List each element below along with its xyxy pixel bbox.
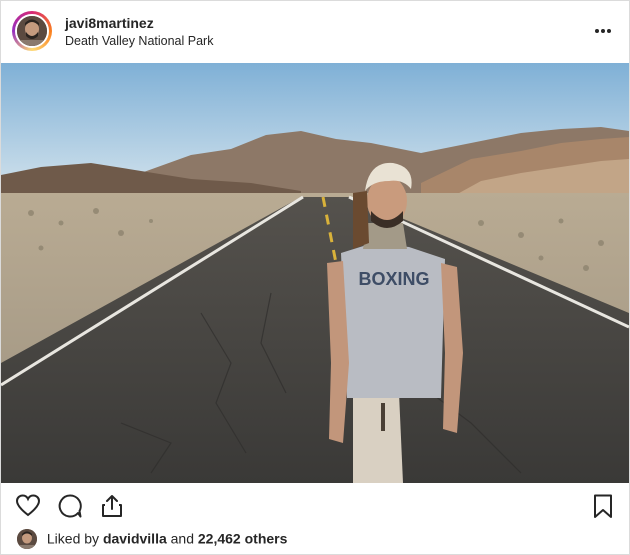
comment-icon[interactable] (57, 493, 83, 519)
post-photo[interactable]: BOXING (1, 63, 629, 483)
liker-avatar[interactable] (17, 529, 37, 549)
shirt-print-text: BOXING (358, 269, 429, 289)
heart-icon[interactable] (15, 493, 41, 519)
action-bar (1, 483, 629, 527)
instagram-post: javi8martinez Death Valley National Park (0, 0, 630, 555)
share-icon[interactable] (99, 493, 125, 519)
avatar[interactable] (15, 14, 49, 48)
more-options-icon[interactable] (591, 23, 615, 39)
liked-by-user-link[interactable]: davidvilla (103, 531, 167, 547)
liked-by-connector: and (170, 530, 194, 547)
username-link[interactable]: javi8martinez (65, 15, 154, 31)
likes-summary: Liked by davidvilla and 22,462 others (17, 529, 288, 552)
bookmark-icon[interactable] (590, 493, 616, 519)
location-link[interactable]: Death Valley National Park (65, 34, 213, 48)
story-ring[interactable] (12, 11, 52, 51)
likes-count-link[interactable]: 22,462 others (198, 531, 288, 547)
liked-by-prefix: Liked by (46, 530, 100, 547)
post-header: javi8martinez Death Valley National Park (1, 1, 629, 63)
